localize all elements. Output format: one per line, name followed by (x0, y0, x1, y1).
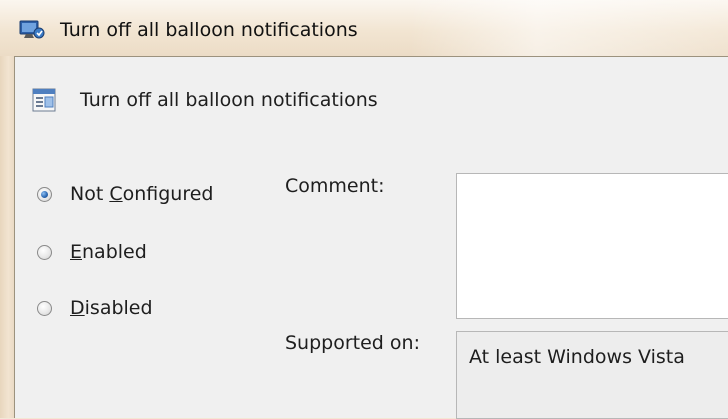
title-bar[interactable]: Turn off all balloon notifications (0, 0, 728, 56)
radio-button[interactable] (37, 300, 52, 316)
radio-label-disabled: Disabled (70, 297, 153, 319)
supported-on-value: At least Windows Vista (469, 346, 685, 368)
radio-button[interactable] (37, 244, 52, 260)
policy-window-icon (19, 20, 45, 39)
supported-on-field: At least Windows Vista (456, 331, 728, 419)
radio-disabled[interactable]: Disabled (37, 293, 153, 323)
supported-on-label: Supported on: (285, 332, 420, 354)
window-frame-left (0, 56, 14, 418)
setting-title: Turn off all balloon notifications (80, 89, 378, 111)
radio-label-not-configured: Not Configured (70, 183, 214, 205)
radio-enabled[interactable]: Enabled (37, 237, 147, 267)
radio-label-enabled: Enabled (70, 241, 147, 263)
comment-textarea[interactable] (456, 173, 728, 319)
radio-not-configured[interactable]: Not Configured (37, 179, 214, 209)
window-title: Turn off all balloon notifications (60, 19, 358, 41)
policy-setting-icon (32, 88, 56, 112)
comment-label: Comment: (285, 175, 385, 197)
radio-button-checked[interactable] (37, 186, 52, 202)
dialog-client-area: Turn off all balloon notifications Not C… (14, 56, 728, 419)
title-bar-glass (410, 0, 728, 56)
